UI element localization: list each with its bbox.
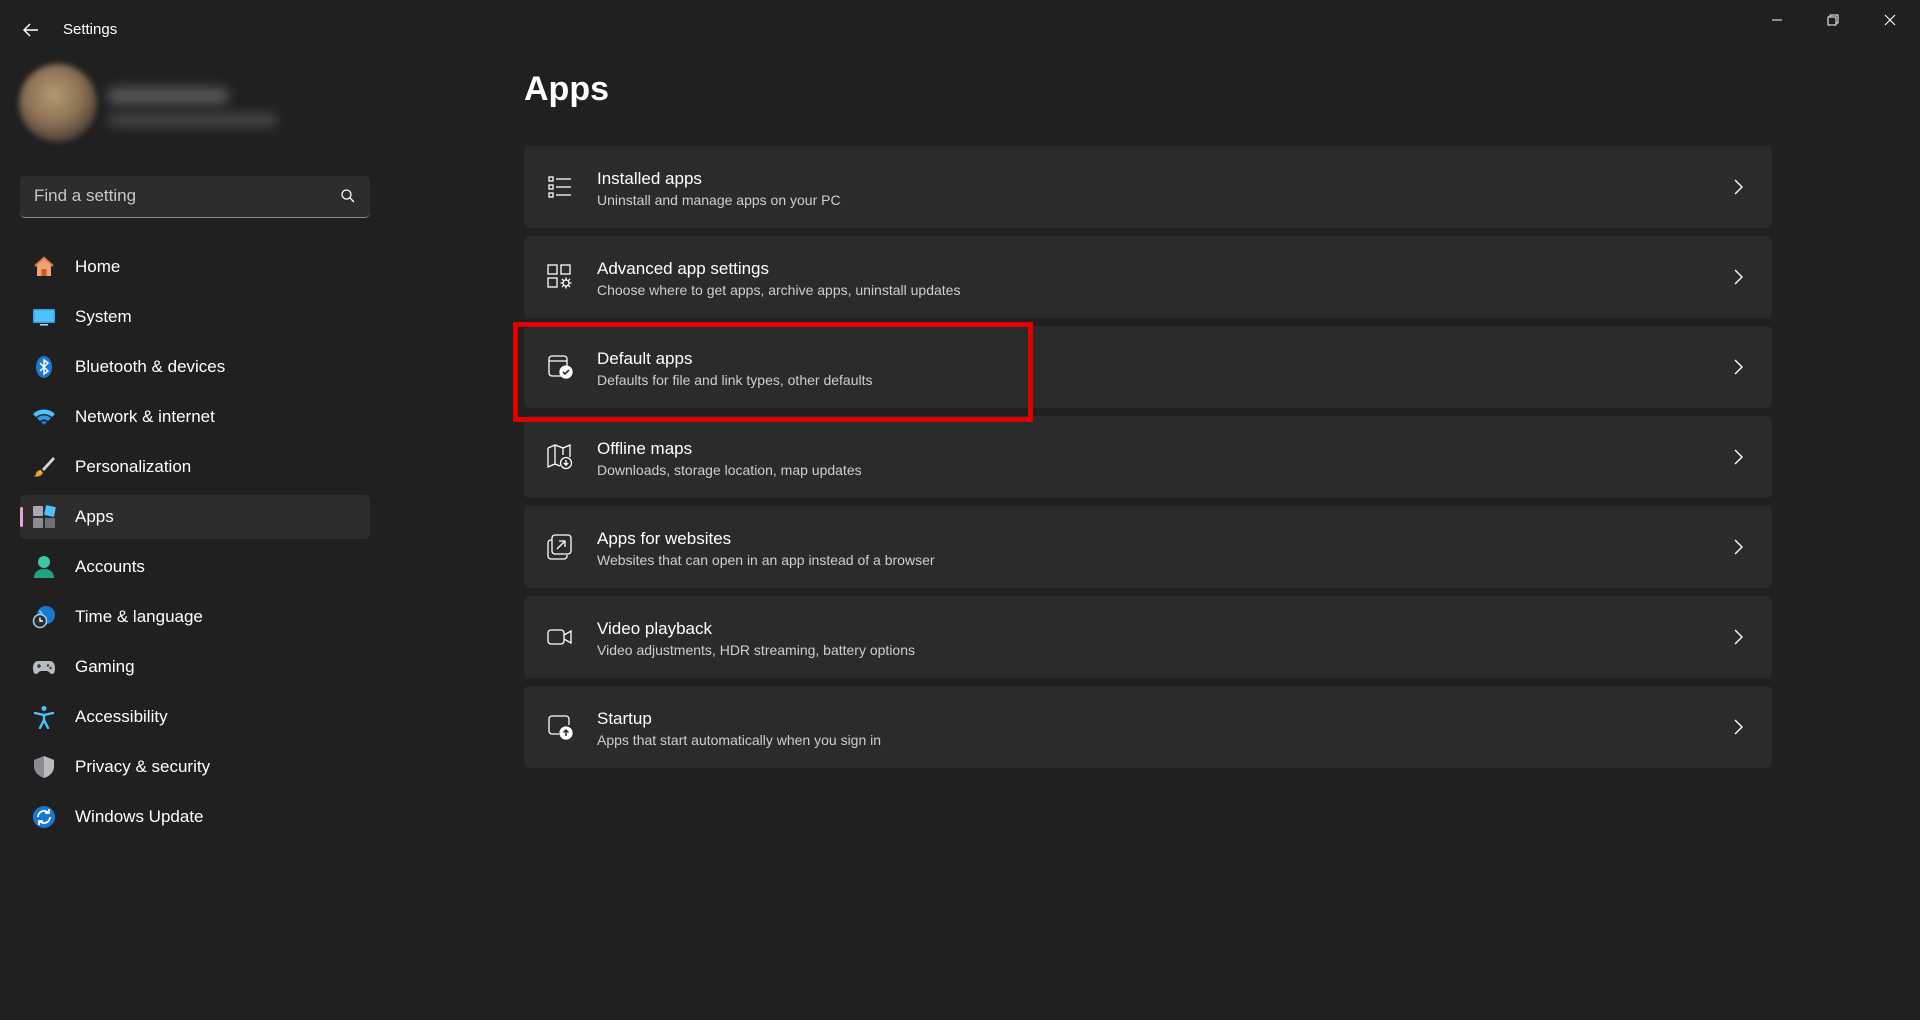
sidebar-item-label: Bluetooth & devices (75, 357, 226, 376)
title-bar: Settings (0, 0, 1920, 60)
search-box[interactable] (20, 176, 370, 218)
sidebar-item-label: Windows Update (75, 807, 204, 826)
sidebar-item-label: Gaming (75, 657, 135, 676)
restore-icon (1827, 14, 1839, 26)
restore-button[interactable] (1805, 0, 1861, 40)
card-video-playback[interactable]: Video playback Video adjustments, HDR st… (524, 596, 1772, 678)
card-subtitle: Downloads, storage location, map updates (597, 462, 862, 478)
app-settings-icon (546, 263, 574, 291)
sidebar-item-label: Accessibility (75, 707, 168, 726)
sidebar-item-windows-update[interactable]: Windows Update (20, 795, 370, 839)
card-title: Default apps (597, 349, 693, 368)
brush-icon (32, 455, 56, 479)
accessibility-icon (32, 705, 56, 729)
user-profile[interactable] (16, 62, 296, 152)
sidebar-item-time-language[interactable]: Time & language (20, 595, 370, 639)
sidebar-item-accessibility[interactable]: Accessibility (20, 695, 370, 739)
sidebar-item-label: System (75, 307, 132, 326)
card-installed-apps[interactable]: Installed apps Uninstall and manage apps… (524, 146, 1772, 228)
sidebar-item-personalization[interactable]: Personalization (20, 445, 370, 489)
card-title: Installed apps (597, 169, 702, 188)
profile-name-blurred (108, 88, 228, 104)
page-title: Apps (524, 70, 609, 108)
app-title: Settings (63, 21, 118, 38)
card-startup[interactable]: Startup Apps that start automatically wh… (524, 686, 1772, 768)
chevron-right-icon (1734, 449, 1743, 465)
card-subtitle: Choose where to get apps, archive apps, … (597, 282, 961, 298)
search-input[interactable] (20, 176, 320, 216)
minimize-button[interactable] (1749, 0, 1805, 40)
sidebar-item-label: Privacy & security (75, 757, 211, 776)
sidebar-item-gaming[interactable]: Gaming (20, 645, 370, 689)
sidebar-item-label: Accounts (75, 557, 145, 576)
card-title: Advanced app settings (597, 259, 770, 278)
minimize-icon (1772, 19, 1782, 21)
sidebar-item-privacy[interactable]: Privacy & security (20, 745, 370, 789)
card-apps-for-websites[interactable]: Apps for websites Websites that can open… (524, 506, 1772, 588)
close-button[interactable] (1862, 0, 1918, 40)
wifi-icon (32, 405, 56, 429)
card-subtitle: Apps that start automatically when you s… (597, 732, 882, 748)
back-button[interactable] (14, 16, 48, 44)
default-apps-icon (546, 353, 574, 381)
sidebar-item-system[interactable]: System (20, 295, 370, 339)
sidebar-item-label: Personalization (75, 457, 192, 476)
close-icon (1884, 14, 1896, 26)
chevron-right-icon (1734, 269, 1743, 285)
card-advanced-app-settings[interactable]: Advanced app settings Choose where to ge… (524, 236, 1772, 318)
sidebar-item-network[interactable]: Network & internet (20, 395, 370, 439)
shield-icon (32, 755, 56, 779)
sidebar-item-label: Time & language (75, 607, 203, 626)
open-external-icon (546, 533, 574, 561)
card-title: Video playback (597, 619, 712, 638)
card-offline-maps[interactable]: Offline maps Downloads, storage location… (524, 416, 1772, 498)
card-default-apps[interactable]: Default apps Defaults for file and link … (524, 326, 1772, 408)
card-subtitle: Websites that can open in an app instead… (597, 552, 935, 568)
back-arrow-icon (23, 23, 38, 37)
settings-card-list: Installed apps Uninstall and manage apps… (524, 146, 1772, 776)
card-subtitle: Uninstall and manage apps on your PC (597, 192, 841, 208)
sidebar-item-label: Network & internet (75, 407, 215, 426)
chevron-right-icon (1734, 359, 1743, 375)
card-subtitle: Video adjustments, HDR streaming, batter… (597, 642, 916, 658)
map-icon (546, 443, 574, 471)
card-title: Apps for websites (597, 529, 732, 548)
chevron-right-icon (1734, 539, 1743, 555)
profile-email-blurred (108, 114, 278, 126)
card-title: Offline maps (597, 439, 693, 458)
bluetooth-icon (32, 355, 56, 379)
apps-icon (32, 505, 56, 529)
avatar (19, 64, 97, 142)
startup-icon (546, 713, 574, 741)
sidebar-item-accounts[interactable]: Accounts (20, 545, 370, 589)
sidebar-item-bluetooth[interactable]: Bluetooth & devices (20, 345, 370, 389)
chevron-right-icon (1734, 629, 1743, 645)
card-subtitle: Defaults for file and link types, other … (597, 372, 873, 388)
search-icon[interactable] (340, 188, 356, 204)
home-icon (32, 255, 56, 279)
list-icon (546, 173, 574, 201)
sidebar-item-apps[interactable]: Apps (20, 495, 370, 539)
gamepad-icon (32, 655, 56, 679)
time-language-icon (32, 605, 56, 629)
system-icon (32, 305, 56, 329)
update-icon (32, 805, 56, 829)
sidebar-item-label: Apps (75, 507, 114, 526)
sidebar-nav: Home System Bluetooth & devices Network … (20, 245, 370, 845)
sidebar-item-label: Home (75, 257, 121, 276)
card-title: Startup (597, 709, 652, 728)
accounts-icon (32, 555, 56, 579)
chevron-right-icon (1734, 719, 1743, 735)
sidebar-item-home[interactable]: Home (20, 245, 370, 289)
chevron-right-icon (1734, 179, 1743, 195)
video-icon (546, 623, 574, 651)
